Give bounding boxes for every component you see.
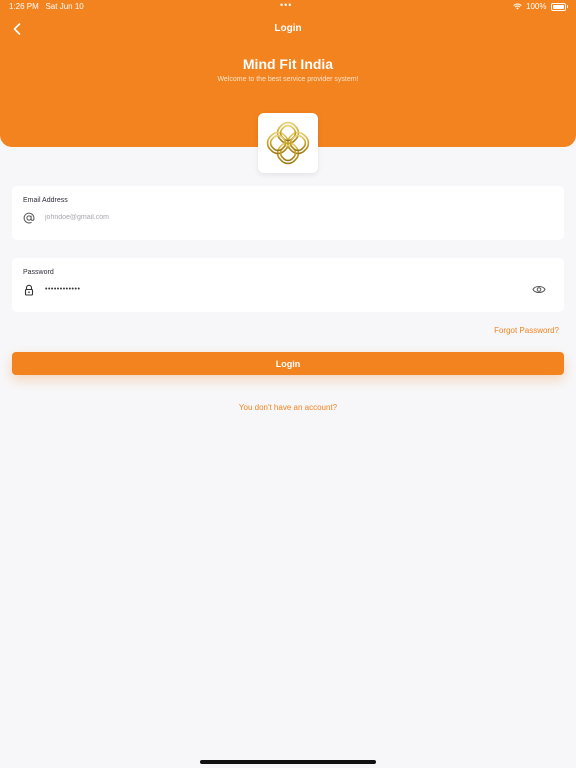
password-input[interactable] <box>45 282 505 296</box>
time-text: 1:26 PM <box>9 2 39 11</box>
infinity-knot-logo-icon <box>266 121 310 165</box>
password-card: Password <box>12 258 564 312</box>
date-text: Sat Jun 10 <box>45 2 84 11</box>
battery-nub <box>566 5 568 8</box>
email-card: Email Address <box>12 186 564 240</box>
status-time: 1:26 PM Sat Jun 10 <box>9 2 84 11</box>
battery-percent: 100% <box>526 2 547 11</box>
multitasking-dots-icon[interactable]: ••• <box>280 0 292 10</box>
forgot-password-link[interactable]: Forgot Password? <box>494 326 559 335</box>
login-button[interactable]: Login <box>12 352 564 375</box>
email-input[interactable] <box>45 210 505 224</box>
at-icon <box>23 212 35 224</box>
lock-icon <box>24 284 34 296</box>
app-subtitle: Welcome to the best service provider sys… <box>217 76 359 83</box>
status-bar: 1:26 PM Sat Jun 10 ••• 100% <box>0 0 576 14</box>
password-label: Password <box>23 269 54 276</box>
wifi-icon <box>513 3 522 10</box>
nav-title: Login <box>274 23 302 34</box>
email-label: Email Address <box>23 197 68 204</box>
battery-icon <box>550 2 566 11</box>
eye-icon[interactable] <box>532 284 546 295</box>
signup-link[interactable]: You don't have an account? <box>0 403 576 412</box>
status-indicators: 100% <box>513 2 568 11</box>
app-logo <box>258 113 318 173</box>
home-indicator[interactable] <box>200 760 376 764</box>
app-title: Mind Fit India <box>242 56 334 72</box>
